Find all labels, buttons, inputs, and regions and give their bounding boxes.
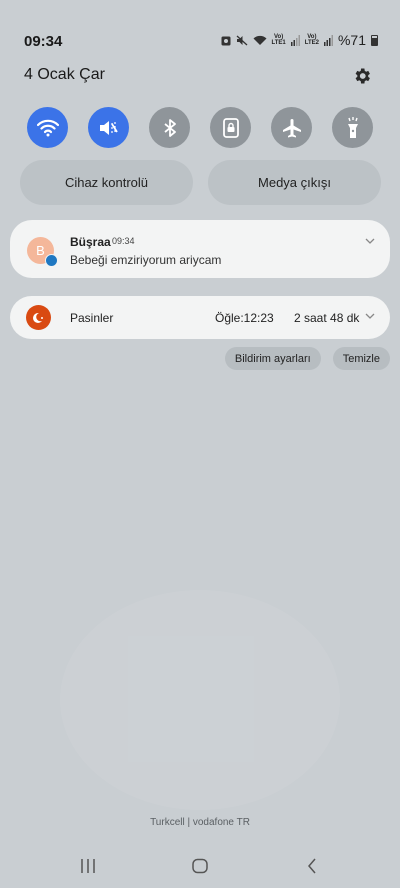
- notification-time: 09:34: [112, 236, 135, 246]
- signal-1-icon: [290, 34, 300, 46]
- message-notification[interactable]: B Büşraa 09:34 Bebeği emziriyorum ariyca…: [10, 220, 390, 278]
- messages-app-badge-icon: [45, 254, 58, 267]
- status-bar: 09:34 Vo) LTE1 Vo) LTE2 %71: [0, 0, 400, 60]
- wifi-icon: [36, 119, 59, 136]
- airplane-toggle[interactable]: [271, 107, 312, 148]
- bluetooth-toggle[interactable]: [149, 107, 190, 148]
- notification-sender: Büşraa: [70, 235, 111, 249]
- signal-2-icon: [323, 34, 333, 46]
- navigation-bar: [0, 850, 400, 882]
- status-time: 09:34: [24, 33, 63, 50]
- settings-gear-icon[interactable]: [352, 66, 372, 86]
- home-button[interactable]: [188, 854, 212, 878]
- mute-toggle[interactable]: [88, 107, 129, 148]
- back-chevron-icon: [308, 858, 316, 874]
- remaining-time: 2 saat 48 dk: [294, 311, 360, 325]
- notification-settings-button[interactable]: Bildirim ayarları: [224, 347, 321, 370]
- airplane-icon: [282, 118, 301, 137]
- sim2-indicator: Vo) LTE2: [304, 34, 319, 46]
- flashlight-toggle[interactable]: [332, 107, 373, 148]
- screenshot-notification-icon: [221, 35, 231, 46]
- expand-chevron-icon[interactable]: [364, 309, 376, 321]
- next-prayer-time: Öğle:12:23: [215, 311, 274, 325]
- device-control-button[interactable]: Cihaz kontrolü: [20, 160, 193, 205]
- prayer-time-notification[interactable]: Pasinler Öğle:12:23 2 saat 48 dk: [10, 296, 390, 339]
- back-button[interactable]: [300, 854, 324, 878]
- flashlight-icon: [347, 116, 358, 138]
- rotation-lock-icon: [222, 117, 239, 138]
- rotation-lock-toggle[interactable]: [210, 107, 251, 148]
- status-icons: Vo) LTE1 Vo) LTE2 %71: [221, 32, 378, 48]
- mute-status-icon: [236, 35, 248, 46]
- recent-apps-button[interactable]: [76, 854, 100, 878]
- home-icon: [192, 858, 208, 874]
- wallpaper-shape: [60, 590, 340, 810]
- wifi-status-icon: [253, 35, 267, 46]
- battery-icon: [371, 34, 378, 46]
- expand-chevron-icon[interactable]: [364, 234, 376, 246]
- mute-icon: [99, 120, 118, 135]
- media-output-button[interactable]: Medya çıkışı: [208, 160, 381, 205]
- prayer-app-name: Pasinler: [70, 311, 114, 325]
- wifi-toggle[interactable]: [27, 107, 68, 148]
- notification-actions: Bildirim ayarları Temizle: [224, 347, 390, 370]
- date-label: 4 Ocak Çar: [24, 66, 105, 83]
- clear-button[interactable]: Temizle: [332, 347, 390, 370]
- bluetooth-icon: [163, 118, 176, 137]
- quick-settings-row: [27, 107, 373, 148]
- sim1-indicator: Vo) LTE1: [271, 34, 286, 46]
- notification-body: Bebeği emziriyorum ariycam: [70, 253, 222, 267]
- control-pills: Cihaz kontrolü Medya çıkışı: [20, 160, 381, 205]
- battery-percent: %71: [337, 32, 366, 48]
- carrier-label: Turkcell | vodafone TR: [150, 817, 250, 828]
- recent-apps-icon: [81, 859, 95, 873]
- crescent-moon-icon: [26, 305, 51, 330]
